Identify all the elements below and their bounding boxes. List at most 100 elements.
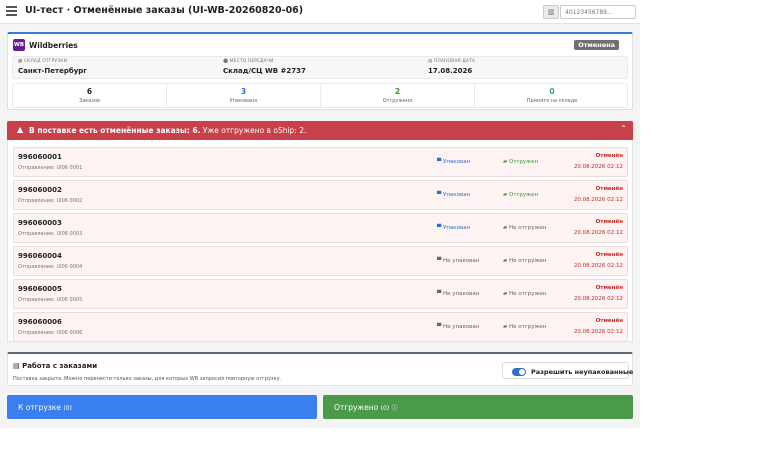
order-shipment: Отправление: UI06 0004 [18, 264, 83, 270]
cancel-date: 20.08.2026 02:12 [573, 296, 623, 302]
calendar-icon: ▤ [428, 59, 433, 64]
to-shipment-count: (0) [63, 405, 72, 412]
order-number: 996060005 [18, 285, 62, 293]
order-row[interactable]: 996060002 Отправление: UI06 0002 ▀ Упако… [13, 180, 628, 210]
pack-status: ▀ Не упакован [437, 324, 479, 330]
stat-label: Отгружено [382, 98, 413, 104]
stat-value: 6 [86, 87, 93, 96]
truck-icon: ▰ [503, 225, 508, 231]
truck-icon: ▰ [503, 192, 508, 198]
stat-value: 0 [549, 87, 555, 96]
stat-orders: 6 Заказов [13, 84, 167, 107]
pack-status-label: Упакован [442, 159, 471, 165]
chevron-up-icon[interactable]: ⌃ [620, 124, 627, 133]
pack-status: ▀ Не упакован [437, 291, 479, 297]
cancel-label: Отменён [595, 219, 623, 225]
order-row[interactable]: 996060004 Отправление: UI06 0004 ▀ Не уп… [13, 246, 628, 276]
alert-bold-text: В поставке есть отменённые заказы: 6. [29, 126, 201, 135]
cancelled-orders-alert[interactable]: ▲ В поставке есть отменённые заказы: 6. … [7, 121, 633, 140]
cancel-label: Отменён [595, 186, 623, 192]
ship-status-label: Не отгружен [508, 258, 547, 264]
help-icon[interactable]: ⓘ [392, 405, 398, 412]
alert-rest-text: Уже отгружено в oShip: 2. [200, 126, 307, 135]
work-description: Поставка закрыта. Можно перенести только… [13, 376, 282, 382]
stat-shipped: 2 Отгружено [321, 84, 475, 107]
cancel-date: 20.08.2026 02:12 [573, 197, 623, 203]
order-number: 996060001 [18, 153, 62, 161]
cancel-label: Отменён [595, 153, 623, 159]
stat-label: Заказов [78, 98, 101, 104]
warehouse-info: ▦ СКЛАД ОТГРУЗКИ Санкт-Петербург [18, 59, 87, 75]
orders-work-panel: ▤ Работа с заказами Поставка закрыта. Мо… [7, 352, 633, 386]
order-shipment: Отправление: UI06 0006 [18, 330, 83, 336]
cancel-label: Отменён [595, 318, 623, 324]
alert-text: В поставке есть отменённые заказы: 6. Уж… [29, 126, 306, 135]
warehouse-label: СКЛАД ОТГРУЗКИ [23, 59, 67, 64]
order-row[interactable]: 996060001 Отправление: UI06 0001 ▀ Упако… [13, 147, 628, 177]
hamburger-menu-icon[interactable] [6, 6, 17, 16]
box-icon: ▀ [437, 324, 442, 330]
order-row[interactable]: 996060003 Отправление: UI06 0003 ▀ Упако… [13, 213, 628, 243]
shipment-info-row: ▦ СКЛАД ОТГРУЗКИ Санкт-Петербург ⬤ МЕСТО… [12, 56, 628, 79]
ship-status-label: Не отгружен [508, 225, 547, 231]
order-number: 996060002 [18, 186, 62, 194]
order-number: 996060006 [18, 318, 62, 326]
stat-label: Принято на складе [526, 98, 578, 104]
warehouse-icon: ▦ [18, 59, 23, 64]
to-shipment-button[interactable]: К отгрузке (0) [7, 395, 317, 419]
shipment-card: WB Wildberries Отменена ▦ СКЛАД ОТГРУЗКИ… [7, 32, 633, 110]
order-shipment: Отправление: UI06 0001 [18, 165, 83, 171]
pack-status: ▀ Упакован [437, 159, 470, 165]
order-row[interactable]: 996060006 Отправление: UI06 0006 ▀ Не уп… [13, 312, 628, 342]
order-shipment: Отправление: UI06 0002 [18, 198, 83, 204]
allow-unpacked-toggle-container: Разрешить неупакованные [502, 362, 633, 379]
wildberries-logo: WB [13, 39, 25, 51]
cancel-date: 20.08.2026 02:12 [573, 230, 623, 236]
cancel-label: Отменён [595, 285, 623, 291]
ship-status: ▰ Не отгружен [503, 291, 546, 297]
to-shipment-label: К отгрузке (0) [18, 403, 72, 412]
top-bar: UI-тест · Отменённые заказы (UI-WB-20260… [0, 0, 640, 24]
order-shipment: Отправление: UI06 0003 [18, 231, 83, 237]
pack-status: ▀ Упакован [437, 192, 470, 198]
planned-date-value: 17.08.2026 [428, 67, 473, 75]
list-icon: ▤ [13, 362, 20, 370]
shipped-label: Отгружено (0) ⓘ [334, 403, 398, 412]
box-icon: ▀ [437, 225, 442, 231]
cancel-date: 20.08.2026 02:12 [573, 263, 623, 269]
shipped-button[interactable]: Отгружено (0) ⓘ [323, 395, 633, 419]
pack-status: ▀ Не упакован [437, 258, 479, 264]
pack-status-label: Не упакован [442, 291, 480, 297]
order-shipment: Отправление: UI06 0005 [18, 297, 83, 303]
work-title-label: Работа с заказами [22, 362, 98, 370]
shipped-count: (0) [380, 405, 390, 412]
ship-status: ▰ Отгружен [503, 192, 538, 198]
cancel-date: 20.08.2026 02:12 [573, 164, 623, 170]
box-icon: ▀ [437, 291, 442, 297]
handover-info: ⬤ МЕСТО ПЕРЕДАЧИ Склад/СЦ WB #2737 [223, 59, 306, 75]
page-title: UI-тест · Отменённые заказы (UI-WB-20260… [25, 5, 304, 16]
ship-status: ▰ Отгружен [503, 159, 538, 165]
scan-input[interactable] [560, 5, 636, 19]
pack-status: ▀ Упакован [437, 225, 470, 231]
app-window: UI-тест · Отменённые заказы (UI-WB-20260… [0, 0, 640, 428]
truck-icon: ▰ [503, 324, 508, 330]
to-shipment-text: К отгрузке [18, 403, 61, 412]
pack-status-label: Не упакован [442, 258, 480, 264]
allow-unpacked-toggle[interactable] [512, 368, 526, 376]
ship-status: ▰ Не отгружен [503, 258, 546, 264]
barcode-icon[interactable]: ▥ [543, 5, 559, 19]
stat-value: 2 [394, 87, 401, 96]
order-row[interactable]: 996060005 Отправление: UI06 0005 ▀ Не уп… [13, 279, 628, 309]
location-pin-icon: ⬤ [223, 59, 229, 64]
pack-status-label: Не упакован [442, 324, 480, 330]
handover-value: Склад/СЦ WB #2737 [223, 67, 306, 75]
stat-accepted: 0 Принято на складе [475, 84, 629, 107]
ship-status: ▰ Не отгружен [503, 225, 546, 231]
handover-label: МЕСТО ПЕРЕДАЧИ [229, 59, 274, 64]
warehouse-value: Санкт-Петербург [18, 67, 87, 75]
status-badge: Отменена [574, 40, 619, 50]
order-number: 996060003 [18, 219, 62, 227]
orders-list: 996060001 Отправление: UI06 0001 ▀ Упако… [7, 140, 633, 342]
truck-icon: ▰ [503, 291, 508, 297]
